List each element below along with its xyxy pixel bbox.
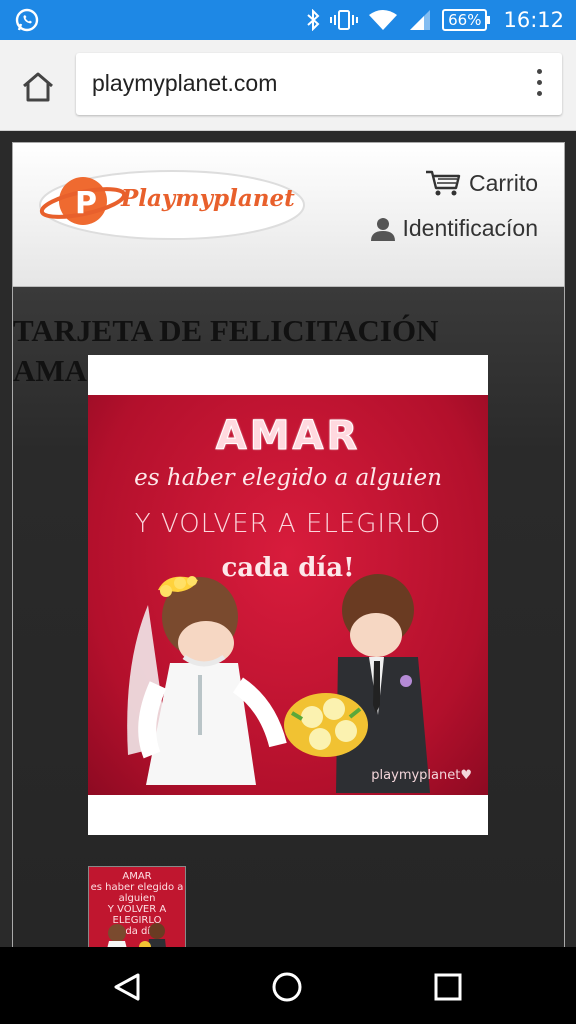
thumbnail-couple-illustration	[105, 923, 167, 957]
login-label: Identificacíon	[402, 215, 538, 241]
product-image-frame[interactable]: AMAR es haber elegido a alguien Y VOLVER…	[88, 355, 488, 835]
product-image: AMAR es haber elegido a alguien Y VOLVER…	[88, 395, 488, 795]
battery-indicator: 66%	[442, 9, 491, 31]
cart-label: Carrito	[468, 169, 538, 196]
user-icon	[371, 217, 396, 241]
system-nav-bar	[0, 947, 576, 1024]
overflow-menu-icon[interactable]	[534, 69, 544, 99]
cell-signal-icon	[410, 10, 431, 30]
product-thumbnail[interactable]: AMAR es haber elegido a alguien Y VOLVER…	[88, 866, 186, 958]
login-link[interactable]: Identificacíon	[370, 215, 538, 242]
logo-wordmark: Playmyplanet	[121, 185, 295, 212]
url-text: playmyplanet.com	[92, 70, 278, 96]
browser-toolbar: playmyplanet.com	[0, 40, 576, 131]
site-header: P Playmyplanet Carrito Identificacíon	[13, 143, 564, 287]
whatsapp-icon	[15, 8, 39, 32]
status-bar: 66% 16:12	[0, 0, 576, 40]
back-icon[interactable]	[112, 971, 144, 1003]
playmobil-couple-illustration	[127, 574, 430, 793]
home-icon[interactable]	[18, 70, 58, 104]
svg-text:P: P	[75, 186, 97, 221]
bluetooth-icon	[307, 9, 320, 31]
image-brand-watermark: playmyplanet♥	[371, 768, 472, 783]
vibrate-icon	[330, 10, 359, 30]
cart-link[interactable]: Carrito	[425, 169, 538, 197]
url-field[interactable]: playmyplanet.com	[76, 53, 562, 115]
wifi-icon	[369, 10, 398, 30]
site-logo[interactable]: P Playmyplanet	[37, 163, 307, 243]
cart-icon	[425, 170, 461, 196]
recents-icon[interactable]	[432, 971, 464, 1003]
clock: 16:12	[503, 8, 564, 32]
home-nav-icon[interactable]	[271, 971, 303, 1003]
